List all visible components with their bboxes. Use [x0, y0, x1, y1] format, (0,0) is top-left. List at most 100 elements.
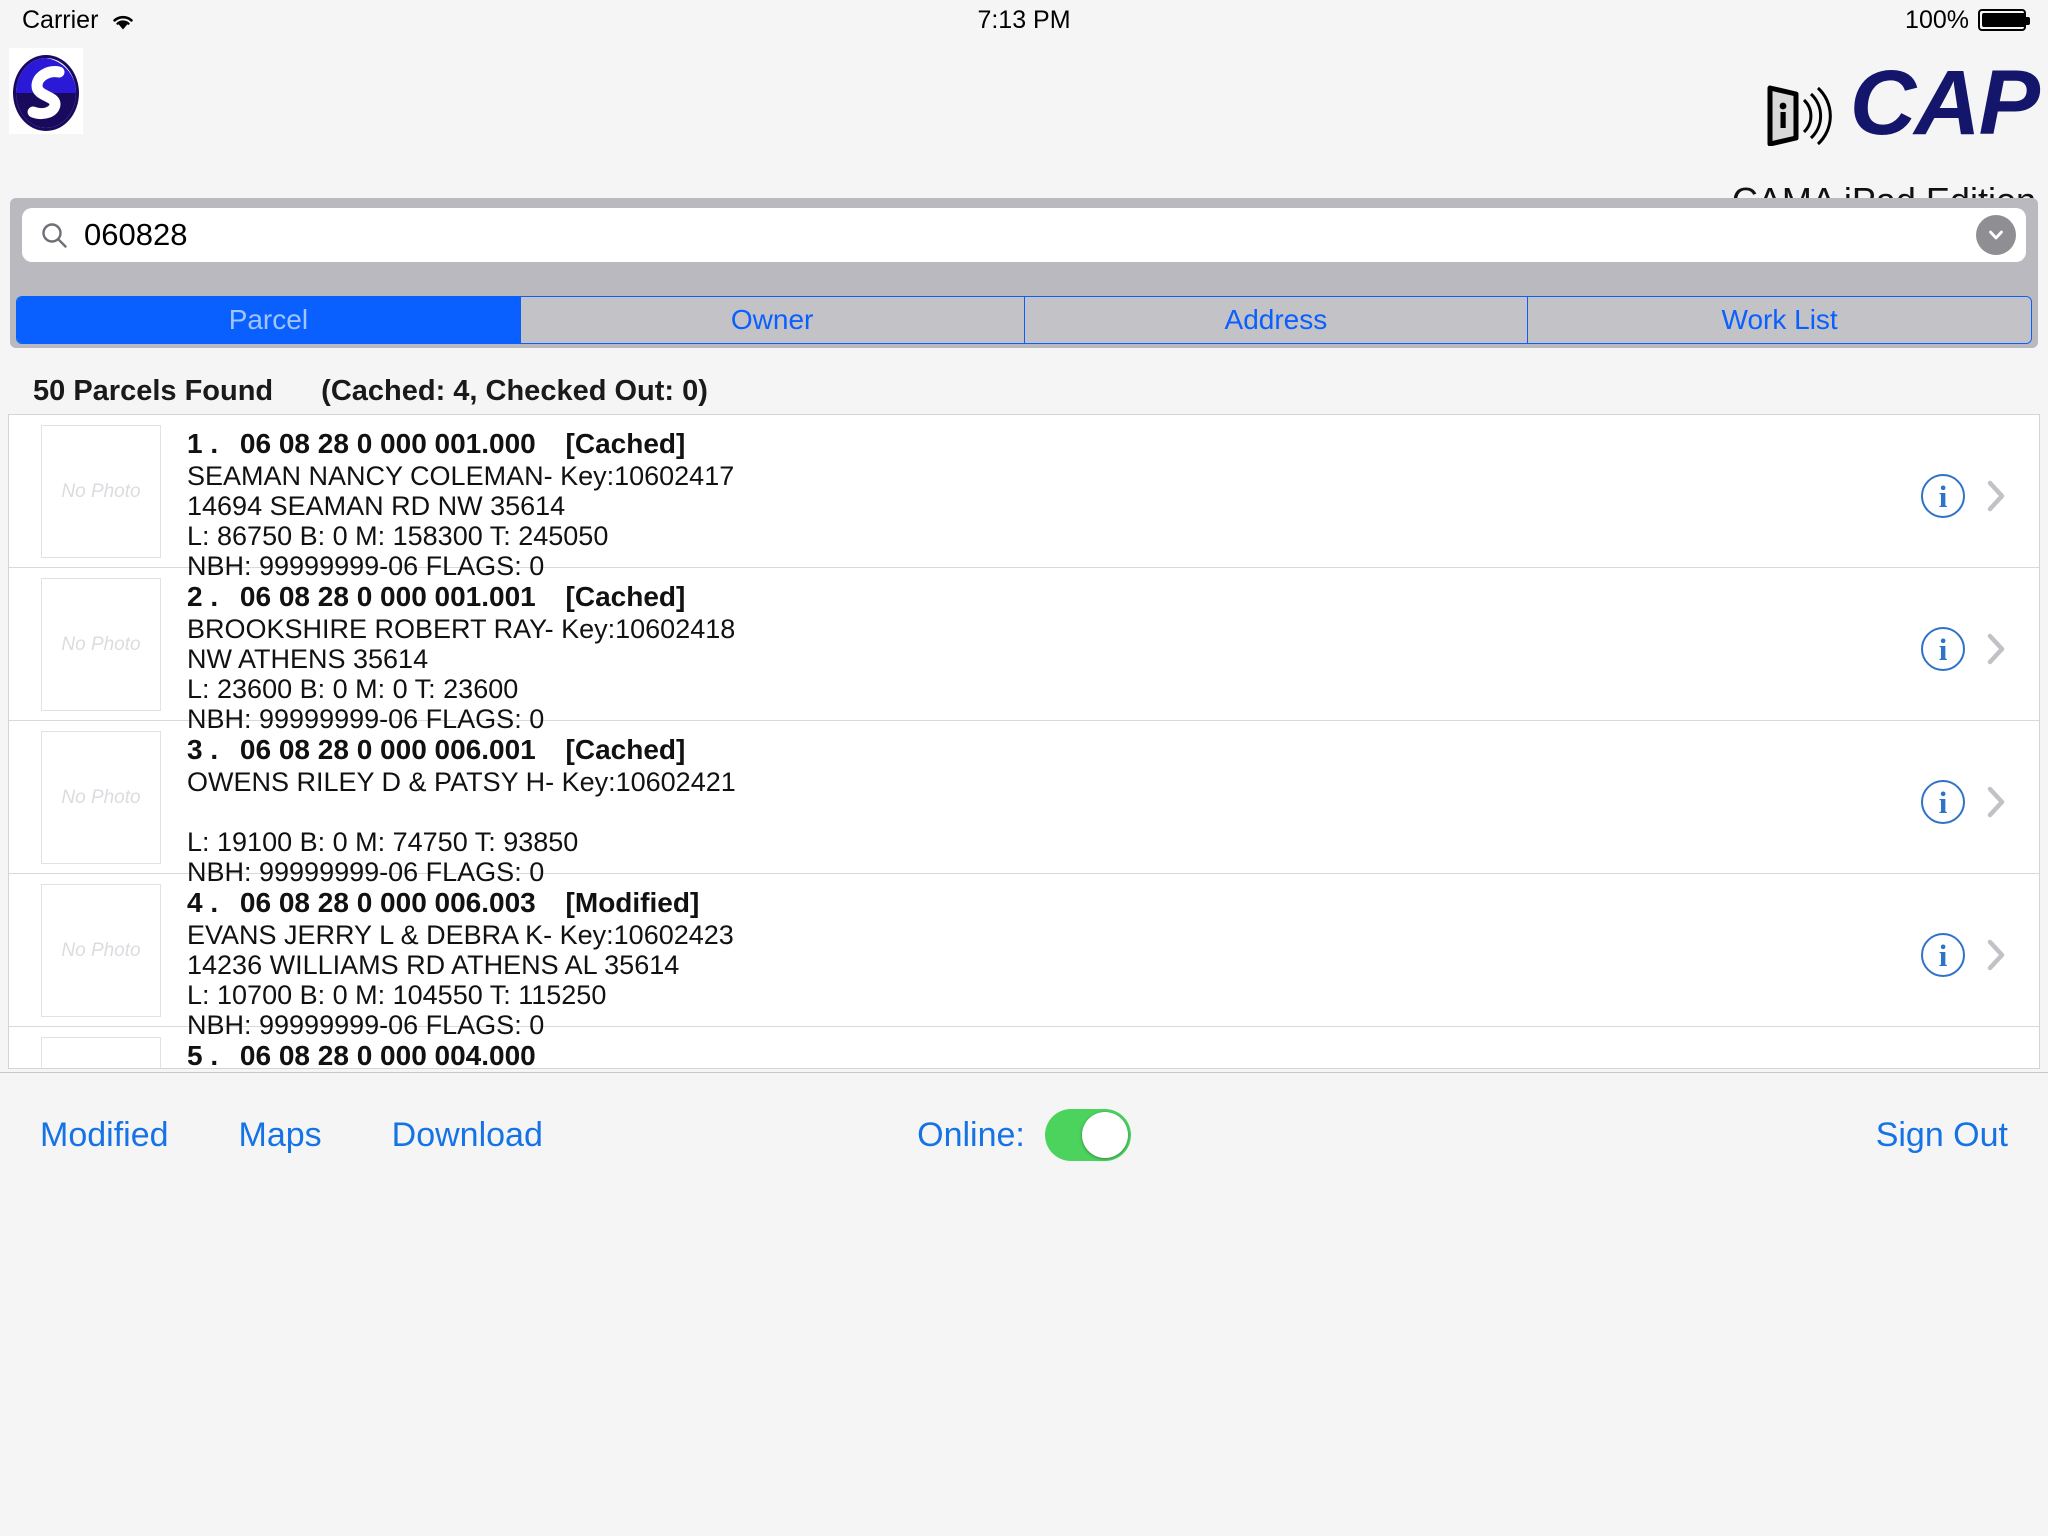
no-photo-label: No Photo [61, 480, 141, 502]
parcel-values: L: 86750 B: 0 M: 158300 T: 245050 [187, 521, 609, 551]
parcel-details: 1 . 06 08 28 0 000 001.000 [Cached] SEAM… [187, 425, 1889, 581]
parcel-photo-thumbnail: No Photo [41, 884, 161, 1017]
status-bar-left: Carrier [22, 6, 136, 35]
ios-status-bar: Carrier 7:13 PM 100% [0, 0, 2048, 40]
parcel-index: 3 . [187, 734, 219, 765]
parcel-index: 5 . [187, 1040, 219, 1069]
battery-percent-label: 100% [1905, 5, 1969, 34]
parcel-address [187, 797, 1889, 827]
search-icon [40, 221, 68, 249]
parcel-owner: SEAMAN NANCY COLEMAN- Key:10602417 [187, 461, 735, 491]
tab-work-list-label: Work List [1721, 304, 1838, 335]
tab-address-label: Address [1224, 304, 1328, 335]
chevron-right-icon[interactable] [1985, 479, 2007, 513]
table-row[interactable]: No Photo 4 . 06 08 28 0 000 006.003 [Mod… [9, 874, 2039, 1040]
online-label: Online: [917, 1115, 1025, 1154]
parcel-photo-thumbnail: No Photo [41, 731, 161, 864]
bottom-toolbar: Modified Maps Download Online: Sign Out [0, 1072, 2048, 1536]
no-photo-label: No Photo [61, 786, 141, 808]
modified-button[interactable]: Modified [40, 1116, 169, 1155]
parcel-id: 06 08 28 0 000 001.001 [239, 581, 536, 612]
download-button[interactable]: Download [392, 1116, 543, 1155]
no-photo-label: No Photo [61, 939, 141, 961]
parcel-index: 2 . [187, 581, 219, 612]
parcel-title-line: 1 . 06 08 28 0 000 001.000 [Cached] [187, 427, 1889, 461]
parcels-found-label: 50 Parcels Found [33, 374, 274, 407]
brand-logo: CAP ture [1762, 57, 2040, 151]
sign-out-button[interactable]: Sign Out [1876, 1116, 2008, 1155]
parcel-id: 06 08 28 0 000 004.000 [239, 1040, 536, 1069]
maps-button[interactable]: Maps [239, 1116, 322, 1155]
chevron-down-icon[interactable] [1976, 215, 2016, 255]
parcel-details: 5 . 06 08 28 0 000 004.000 COLEMAN WALTE… [187, 1037, 1889, 1069]
parcel-details: 4 . 06 08 28 0 000 006.003 [Modified] EV… [187, 884, 1889, 1040]
tab-address[interactable]: Address [1024, 297, 1529, 343]
parcel-address: 14694 SEAMAN RD NW 35614 [187, 491, 566, 521]
parcel-owner: OWENS RILEY D & PATSY H- Key:10602421 [187, 767, 736, 797]
parcel-photo-thumbnail: No Photo [41, 578, 161, 711]
chevron-right-icon[interactable] [1985, 938, 2007, 972]
wifi-icon [110, 10, 136, 30]
status-badge: [Cached] [565, 734, 686, 765]
tab-owner-label: Owner [730, 304, 814, 335]
parcel-address: 14236 WILLIAMS RD ATHENS AL 35614 [187, 950, 680, 980]
tab-parcel-label: Parcel [228, 304, 309, 335]
parcel-title-line: 5 . 06 08 28 0 000 004.000 [187, 1039, 1889, 1069]
parcel-photo-thumbnail: No Photo [41, 1037, 161, 1068]
app-header: CHIEF APPRAISER CHIEF APPRAISER - LIMEST… [0, 40, 2048, 230]
agency-seal-logo [9, 48, 83, 134]
clock-label: 7:13 PM [977, 5, 1071, 34]
chevron-right-icon[interactable] [1985, 785, 2007, 819]
cache-status-label: (Cached: 4, Checked Out: 0) [321, 374, 708, 407]
tab-parcel[interactable]: Parcel [17, 297, 521, 343]
search-mode-tabs: Parcel Owner Address Work List [16, 296, 2032, 344]
carrier-label: Carrier [22, 5, 99, 34]
parcel-owner: EVANS JERRY L & DEBRA K- Key:10602423 [187, 920, 734, 950]
row-actions: i [1889, 425, 2039, 567]
status-bar-right: 100% [1905, 5, 2030, 35]
row-actions: i [1889, 884, 2039, 1026]
info-circle-icon[interactable]: i [1921, 627, 1965, 671]
parcel-values: L: 10700 B: 0 M: 104550 T: 115250 [187, 980, 607, 1010]
info-circle-icon[interactable]: i [1921, 474, 1965, 518]
no-photo-label: No Photo [61, 633, 141, 655]
table-row[interactable]: No Photo 2 . 06 08 28 0 000 001.001 [Cac… [9, 568, 2039, 734]
table-row[interactable]: No Photo 5 . 06 08 28 0 000 004.000 COLE… [9, 1027, 2039, 1069]
online-toggle-switch[interactable] [1044, 1109, 1131, 1161]
parcel-details: 3 . 06 08 28 0 000 006.001 [Cached] OWEN… [187, 731, 1889, 887]
parcel-details: 2 . 06 08 28 0 000 001.001 [Cached] BROO… [187, 578, 1889, 734]
brand-cap-text: CAP [1849, 52, 2040, 154]
tab-owner[interactable]: Owner [520, 297, 1025, 343]
parcel-id: 06 08 28 0 000 006.001 [239, 734, 536, 765]
search-bar[interactable]: 060828 [22, 208, 2026, 262]
tab-work-list[interactable]: Work List [1528, 297, 2031, 343]
parcel-index: 4 . [187, 887, 219, 918]
parcel-title-line: 3 . 06 08 28 0 000 006.001 [Cached] [187, 733, 1889, 767]
parcel-id: 06 08 28 0 000 001.000 [239, 428, 536, 459]
battery-icon [1978, 9, 2030, 31]
parcel-photo-thumbnail: No Photo [41, 425, 161, 558]
table-row[interactable]: No Photo 1 . 06 08 28 0 000 001.000 [Cac… [9, 415, 2039, 581]
broadcast-info-icon [1762, 80, 1834, 151]
status-badge: [Cached] [565, 581, 686, 612]
chevron-right-icon[interactable] [1985, 632, 2007, 666]
info-circle-icon[interactable]: i [1921, 933, 1965, 977]
brand-wordmark: CAP ture [1850, 57, 2040, 149]
parcel-index: 1 . [187, 428, 219, 459]
table-row[interactable]: No Photo 3 . 06 08 28 0 000 006.001 [Cac… [9, 721, 2039, 887]
parcel-results-list[interactable]: No Photo 1 . 06 08 28 0 000 001.000 [Cac… [8, 414, 2040, 1069]
row-actions: i [1889, 1037, 2039, 1068]
search-input[interactable]: 060828 [84, 217, 1976, 253]
parcel-address: NW ATHENS 35614 [187, 644, 429, 674]
status-badge: [Modified] [565, 887, 700, 918]
row-actions: i [1889, 578, 2039, 720]
parcel-values: L: 23600 B: 0 M: 0 T: 23600 [187, 674, 519, 704]
status-badge: [Cached] [565, 428, 686, 459]
results-summary: 50 Parcels Found (Cached: 4, Checked Out… [0, 370, 2048, 412]
parcel-title-line: 2 . 06 08 28 0 000 001.001 [Cached] [187, 580, 1889, 614]
parcel-values: L: 19100 B: 0 M: 74750 T: 93850 [187, 827, 579, 857]
info-circle-icon[interactable]: i [1921, 780, 1965, 824]
parcel-title-line: 4 . 06 08 28 0 000 006.003 [Modified] [187, 886, 1889, 920]
parcel-owner: BROOKSHIRE ROBERT RAY- Key:10602418 [187, 614, 736, 644]
toggle-knob [1081, 1112, 1128, 1158]
